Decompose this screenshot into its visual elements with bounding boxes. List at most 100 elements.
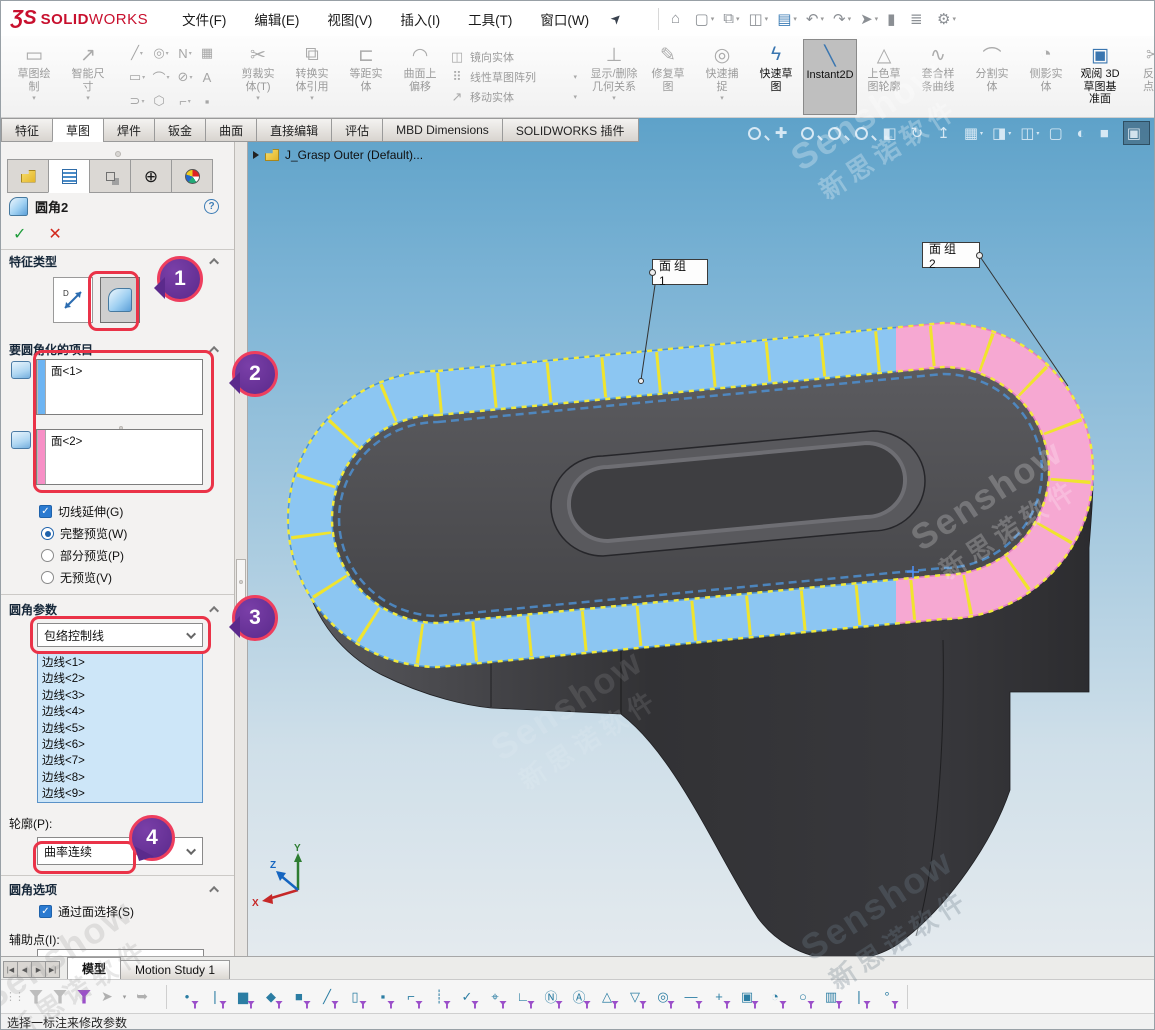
ribbon-item[interactable]: ◔ 侧影实 体 ▾ — [1019, 39, 1073, 115]
menu-item[interactable]: 窗口(W) — [540, 9, 589, 29]
splitter-grip[interactable] — [115, 151, 121, 157]
face-group-callout-2[interactable]: 面组 2 — [922, 242, 980, 268]
quickbar-icon[interactable]: ▮▾ — [884, 10, 904, 28]
ribbon-item[interactable]: ⊥ 显示/删除 几何关系 ▾ — [587, 39, 641, 115]
sketch-entity-icon[interactable]: A▾ — [197, 65, 221, 89]
quickbar-icon[interactable]: ➤▾ — [857, 10, 881, 28]
quickbar-icon[interactable]: ≣▾ — [907, 10, 931, 28]
command-tab[interactable]: 直接编辑 — [256, 118, 332, 142]
edge-list-item[interactable]: 边线<3> — [38, 688, 202, 704]
selection-filter-icon[interactable]: ▪ — [371, 985, 395, 1009]
filter-toggle-icon[interactable] — [29, 990, 43, 1004]
ribbon-item[interactable]: ↗ 移动实体 ▾ — [449, 89, 577, 105]
selection-filter-icon[interactable]: ◎ — [651, 985, 675, 1009]
selection-filter-icon[interactable]: ❘ — [203, 985, 227, 1009]
ribbon-item[interactable]: ✎ 修复草 图 ▾ — [641, 39, 695, 115]
menu-item[interactable]: 编辑(E) — [254, 9, 299, 29]
ribbon-item[interactable]: ◎ 快速捕 捉 ▾ — [695, 39, 749, 115]
edge-list-box[interactable]: 边线<1>边线<2>边线<3>边线<4>边线<5>边线<6>边线<7>边线<8>… — [37, 653, 203, 803]
splitter-handle[interactable] — [236, 559, 246, 605]
collapse-chevron-icon[interactable] — [209, 886, 219, 896]
graphics-viewport[interactable]: Y X Z ▾ ✚▾ ▾ ▾ ▾ ◧▾ ↻▾ — [248, 118, 1155, 956]
collapse-chevron-icon[interactable] — [209, 346, 219, 356]
selection-filter-icon[interactable]: Ⓐ — [567, 985, 591, 1009]
selection-filter-icon[interactable]: ✓ — [455, 985, 479, 1009]
ribbon-item[interactable]: ⧉ 转换实 体引用 ▾ — [285, 39, 339, 115]
edge-list-item[interactable]: 边线<6> — [38, 737, 202, 753]
quickbar-icon[interactable]: ↶▾ — [803, 10, 827, 28]
selection-filter-icon[interactable]: ❘ — [847, 985, 871, 1009]
menu-item[interactable]: 插入(I) — [400, 9, 440, 29]
selection-filter-icon[interactable]: Ⓝ — [539, 985, 563, 1009]
collapse-chevron-icon[interactable] — [209, 606, 219, 616]
view-tool-icon[interactable]: ✚▾ — [775, 124, 793, 142]
selection-filter-icon[interactable]: ⌖ — [483, 985, 507, 1009]
selection-filter-icon[interactable]: ┊ — [427, 985, 451, 1009]
active-filter-icon[interactable] — [77, 990, 91, 1004]
ribbon-item[interactable]: ▭ 草图绘 制 ▾ — [7, 39, 61, 115]
quickbar-icon[interactable]: ▢▾ — [692, 10, 718, 28]
command-tab[interactable]: MBD Dimensions — [382, 118, 503, 142]
sketch-entity-icon[interactable]: ▦▾ — [197, 41, 221, 65]
tab-feature-manager[interactable] — [7, 159, 49, 193]
sketch-entity-icon[interactable]: ⬡▾ — [149, 89, 173, 113]
tab-property-manager[interactable] — [48, 159, 90, 193]
selection-filter-icon[interactable]: ╱ — [315, 985, 339, 1009]
selection-filter-icon[interactable]: ◆ — [259, 985, 283, 1009]
view-tool-icon[interactable]: ◫▾ — [1020, 124, 1039, 142]
sketch-entity-icon[interactable]: ◎▾ — [149, 41, 173, 65]
view-tool-icon[interactable]: ▾ — [801, 127, 819, 140]
face-list-box-1[interactable]: 面<1> — [36, 359, 203, 415]
view-tool-icon[interactable]: ◧▾ — [882, 124, 901, 142]
command-tab[interactable]: 焊件 — [103, 118, 155, 142]
ribbon-item[interactable]: ✂ 反转 点相 ▾ — [1127, 39, 1155, 115]
cancel-button[interactable]: ✕ — [48, 224, 61, 244]
quickbar-icon[interactable]: ◫▾ — [745, 10, 771, 28]
sketch-entity-icon[interactable]: ⌒▾ — [149, 65, 173, 89]
view-tool-icon[interactable]: ▢▾ — [1048, 124, 1067, 142]
sketch-entity-icon[interactable]: ⊘▾ — [173, 65, 197, 89]
sketch-entity-icon[interactable]: ╱▾ — [125, 41, 149, 65]
tab-scroll-button[interactable]: ▶ — [31, 961, 46, 978]
fillet-size-type-button[interactable]: D — [53, 277, 93, 323]
ribbon-item[interactable]: ◫ 镜向实体 ▾ — [449, 49, 577, 65]
ok-button[interactable]: ✓ — [13, 224, 26, 244]
selection-filter-icon[interactable]: ◔ — [763, 985, 787, 1009]
command-tab[interactable]: 钣金 — [154, 118, 206, 142]
tab-display-manager[interactable] — [171, 159, 213, 193]
selection-filter-icon[interactable]: • — [175, 985, 199, 1009]
tab-scroll-button[interactable]: |◀ — [3, 961, 18, 978]
tab-dimxpert-manager[interactable]: ⊕ — [130, 159, 172, 193]
sketch-entity-icon[interactable]: ⊃▾ — [125, 89, 149, 113]
selection-filter-icon[interactable]: ▣ — [735, 985, 759, 1009]
clear-filters-icon[interactable] — [53, 990, 67, 1004]
view-tool-icon[interactable]: ↻▾ — [911, 124, 929, 142]
sketch-entity-icon[interactable]: ▭▾ — [125, 65, 149, 89]
sketch-entity-icon[interactable]: N▾ — [173, 41, 197, 65]
help-icon[interactable]: ? — [204, 199, 219, 214]
selection-filter-icon[interactable]: ▆ — [231, 985, 255, 1009]
tab-scroll-button[interactable]: ◀ — [17, 961, 32, 978]
selection-filter-icon[interactable]: ▥ — [819, 985, 843, 1009]
dropdown-caret-icon[interactable]: ▾ — [123, 993, 127, 1001]
selection-filter-icon[interactable]: ° — [875, 985, 899, 1009]
view-tool-icon[interactable]: ▾ — [748, 127, 766, 140]
sketch-entity-icon[interactable]: ⌐▾ — [173, 89, 197, 113]
edge-list-item[interactable]: 边线<5> — [38, 721, 202, 737]
quickbar-icon[interactable]: ⚙▾ — [934, 10, 959, 28]
view-tool-icon[interactable]: ▾ — [855, 127, 873, 140]
edge-list-item[interactable]: 边线<4> — [38, 704, 202, 720]
view-tool-icon[interactable]: ↥▾ — [937, 124, 955, 142]
command-tab[interactable]: 特征 — [1, 118, 53, 142]
ribbon-item[interactable]: ⊏ 等距实 体 ▾ — [339, 39, 393, 115]
ribbon-item[interactable]: ↗ 智能尺 寸 ▾ — [61, 39, 115, 115]
menu-item[interactable]: 视图(V) — [327, 9, 372, 29]
ribbon-item[interactable]: ϟ 快速草 图 ▾ — [749, 39, 803, 115]
quickbar-icon[interactable]: ↷▾ — [830, 10, 854, 28]
selection-filter-icon[interactable]: △ — [595, 985, 619, 1009]
face-list-box-2[interactable]: 面<2> — [36, 429, 203, 485]
edge-list-item[interactable]: 边线<8> — [38, 770, 202, 786]
command-tab[interactable]: 草图 — [52, 118, 104, 142]
view-tool-icon[interactable]: ▣▾ — [1123, 121, 1150, 145]
tab-scroll-button[interactable]: ▶| — [45, 961, 60, 978]
